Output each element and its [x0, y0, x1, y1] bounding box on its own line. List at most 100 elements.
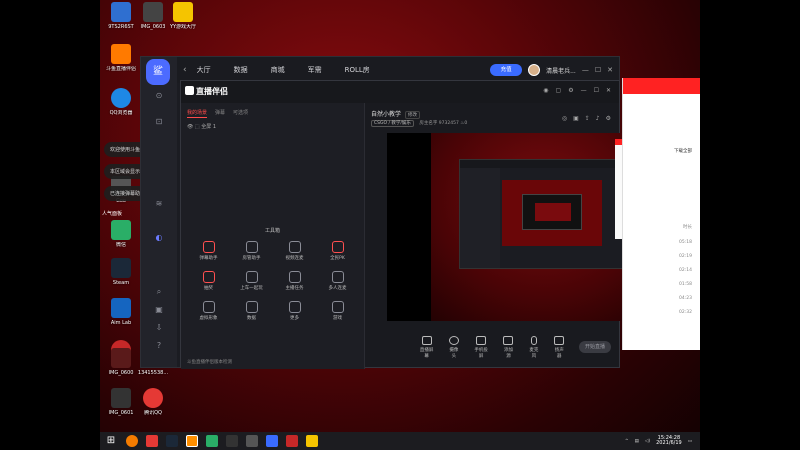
tab-danmu[interactable]: 弹幕: [215, 109, 225, 118]
desktop-icon[interactable]: 微信: [104, 220, 138, 248]
taskbar: ⊞ ^ ▤ ◁) 15:24:28 2021/6/19 ▭: [100, 432, 700, 450]
phone-cast-button[interactable]: 手机投屏: [474, 335, 489, 359]
taskbar-app-icon[interactable]: [226, 435, 238, 447]
add-source-button[interactable]: 添加源: [503, 335, 514, 359]
share-icon[interactable]: ⇪: [585, 115, 590, 122]
windows-start-icon[interactable]: ⊞: [104, 434, 118, 448]
tray-chevron-icon[interactable]: ^: [625, 439, 629, 444]
nav-item[interactable]: 军需: [308, 65, 322, 75]
home-icon[interactable]: ⊙: [154, 91, 164, 101]
video-icon: [288, 241, 301, 253]
letterbox-right: [700, 0, 800, 450]
nav-item[interactable]: ROLL房: [345, 65, 370, 75]
duration-value: 02:19: [679, 254, 692, 259]
taskbar-app-icon[interactable]: [206, 435, 218, 447]
settings-icon[interactable]: ⚙: [568, 87, 573, 94]
clock[interactable]: 15:24:28 2021/6/19: [656, 436, 682, 446]
desktop-icon[interactable]: YY游戏大厅: [166, 2, 200, 30]
tool-item[interactable]: 抽奖: [187, 271, 230, 291]
record-icon[interactable]: ◎: [562, 115, 567, 122]
camera-button[interactable]: 摄像头: [448, 335, 459, 359]
minimize-icon[interactable]: —: [581, 87, 587, 94]
screenshot-icon[interactable]: ▣: [573, 115, 579, 122]
tool-item[interactable]: 虚拟形象: [187, 301, 230, 321]
tool-logo: 直播伴侣: [185, 86, 228, 97]
nav-item[interactable]: 大厅: [197, 65, 211, 75]
tool-item[interactable]: 多人连麦: [316, 271, 359, 291]
help-icon[interactable]: ?: [154, 341, 164, 351]
desktop-icon[interactable]: Aim Lab: [104, 298, 138, 326]
maximize-icon[interactable]: ☐: [595, 66, 601, 74]
volume-icon[interactable]: ◁): [645, 439, 650, 444]
gift-icon[interactable]: ◉: [543, 87, 548, 94]
gamepad-icon: [331, 301, 344, 313]
streaming-tool-window: 直播伴侣 ◉ ▢ ⚙ — ☐ ✕ 我的场景 弹幕 可选项 👁 ⬚ 全屏 1 工具…: [180, 80, 679, 369]
tool-item[interactable]: 主播任务: [273, 271, 316, 291]
box-icon[interactable]: ▢: [556, 87, 562, 94]
taskbar-app-icon[interactable]: [306, 435, 318, 447]
settings-icon[interactable]: ⚙: [606, 115, 611, 122]
tab-options[interactable]: 可选项: [233, 109, 248, 118]
taskbar-app-icon[interactable]: [266, 435, 278, 447]
close-icon[interactable]: ✕: [606, 87, 611, 94]
screen-source-button[interactable]: 直播屏幕: [419, 335, 434, 359]
scene-item[interactable]: 👁 ⬚ 全屏 1: [187, 123, 216, 130]
back-icon[interactable]: ‹: [183, 65, 187, 75]
system-tray: ^ ▤ ◁) 15:24:28 2021/6/19 ▭: [625, 436, 692, 446]
tool-item[interactable]: 数据: [230, 301, 273, 321]
tool-item[interactable]: 全民PK: [316, 241, 359, 261]
bell-icon[interactable]: ♪: [596, 115, 600, 122]
logo-icon[interactable]: 鲨: [146, 59, 170, 85]
tool-item[interactable]: 游戏: [316, 301, 359, 321]
desktop-icon[interactable]: Steam: [104, 258, 138, 286]
steam-taskbar-icon[interactable]: [166, 435, 178, 447]
tool-item[interactable]: 房管助手: [230, 241, 273, 261]
search-icon[interactable]: ⌕: [154, 287, 164, 297]
desktop-icon[interactable]: 腾讯QQ: [136, 388, 170, 416]
scene-panel: 我的场景 弹幕 可选项 👁 ⬚ 全屏 1 工具箱 弹幕助手 房管助手 视频连麦 …: [181, 103, 365, 369]
taskbar-app-icon[interactable]: [286, 435, 298, 447]
desktop-icon[interactable]: IMG_0603: [136, 2, 170, 30]
desktop-icon[interactable]: 斗鱼直播伴侣: [104, 44, 138, 72]
microphone-button[interactable]: 麦克风: [528, 335, 539, 359]
nav-item[interactable]: 数据: [234, 65, 248, 75]
stream-control-bar: 直播屏幕 摄像头 手机投屏 添加源 麦克风 扬声器 开始直播: [365, 325, 619, 369]
tool-item[interactable]: 弹幕助手: [187, 241, 230, 261]
box-icon[interactable]: ⊡: [154, 117, 164, 127]
download-all-link[interactable]: 下载全部: [674, 148, 692, 154]
chat-icon[interactable]: ◐: [154, 233, 164, 243]
desktop-icon[interactable]: IMG_0600: [104, 348, 138, 376]
network-icon[interactable]: ▤: [635, 439, 639, 444]
edit-room-button[interactable]: 修改: [405, 111, 421, 119]
taskbar-app-icon[interactable]: [126, 435, 138, 447]
nav-item[interactable]: 商城: [271, 65, 285, 75]
desktop-icon[interactable]: 9TS2R6ST: [104, 2, 138, 30]
notification-icon[interactable]: ▭: [688, 439, 692, 444]
download-icon[interactable]: ⇩: [154, 323, 164, 333]
username[interactable]: 清晨老兵...: [546, 66, 576, 75]
danmu-icon: [202, 241, 215, 253]
close-icon[interactable]: ✕: [607, 66, 613, 74]
tab-scenes[interactable]: 我的场景: [187, 109, 208, 118]
pk-icon: [331, 241, 344, 253]
maximize-icon[interactable]: ☐: [594, 87, 599, 94]
minimize-icon[interactable]: —: [582, 66, 589, 74]
taskbar-app-icon[interactable]: [146, 435, 158, 447]
toolbox-title: 工具箱: [264, 228, 280, 234]
recharge-button[interactable]: 充值: [490, 64, 523, 76]
desktop-icon[interactable]: IMG_0601: [104, 388, 138, 416]
tool-item[interactable]: 更多: [273, 301, 316, 321]
taskbar-app-icon[interactable]: [246, 435, 258, 447]
version-footer: 斗鱼直播伴侣版本检测: [187, 360, 232, 365]
tool-item[interactable]: 上车一起玩: [230, 271, 273, 291]
wifi-icon[interactable]: ≋: [154, 199, 164, 209]
shirt-icon[interactable]: ▣: [154, 305, 164, 315]
speaker-button[interactable]: 扬声器: [554, 335, 565, 359]
start-live-button[interactable]: 开始直播: [578, 341, 611, 353]
desktop-icon[interactable]: QQ浏览器: [104, 88, 138, 116]
douyu-taskbar-icon[interactable]: [186, 435, 198, 447]
room-category[interactable]: CSGO / 教学/娱乐: [371, 120, 414, 127]
toolbox-grid: 弹幕助手 房管助手 视频连麦 全民PK 抽奖 上车一起玩 主播任务 多人连麦 虚…: [187, 241, 359, 321]
tool-item[interactable]: 视频连麦: [273, 241, 316, 261]
avatar[interactable]: [528, 64, 541, 76]
